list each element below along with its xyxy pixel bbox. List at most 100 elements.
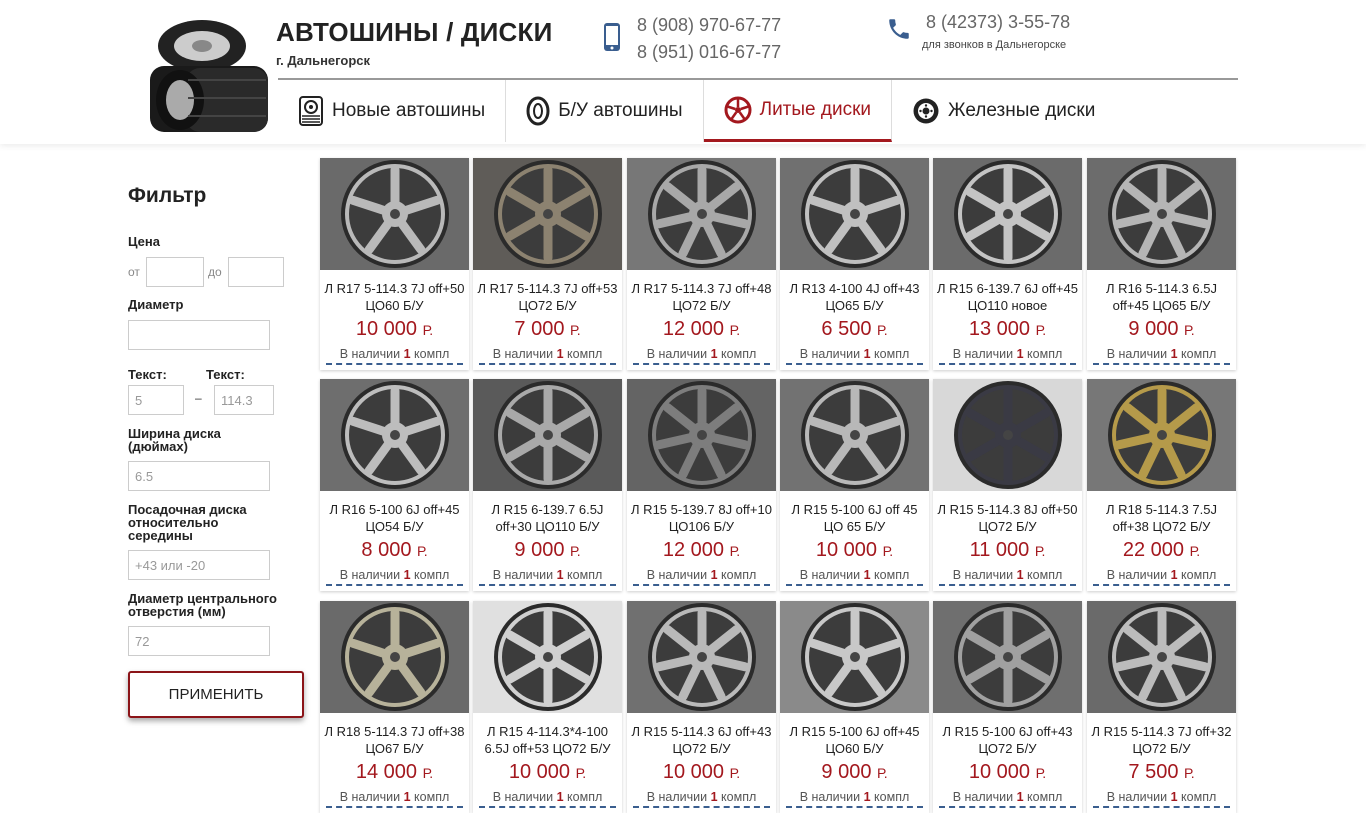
product-photo[interactable] — [627, 601, 776, 713]
mobile-phones: 8 (908) 970-67-77 8 (951) 016-67-77 — [637, 12, 781, 66]
product-price: 12 000 Р. — [627, 318, 776, 341]
price-value: 9 000 — [1128, 318, 1184, 340]
product-card[interactable]: Л R15 5-114.3 6J off+43 ЦО72 Б/У 10 000 Р… — [627, 601, 776, 813]
product-photo[interactable] — [320, 601, 469, 713]
product-card[interactable]: Л R15 5-100 6J off+45 ЦО60 Б/У 9 000 Р. В … — [780, 601, 929, 813]
product-title[interactable]: Л R15 6-139.7 6J off+45 ЦО110 новое — [933, 280, 1082, 314]
nav-item-alloy-wheels[interactable]: Литые диски — [703, 80, 893, 142]
product-card[interactable]: Л R15 5-139.7 8J off+10 ЦО106 Б/У 12 000 … — [627, 379, 776, 591]
product-title[interactable]: Л R15 5-100 6J off+45 ЦО60 Б/У — [780, 723, 929, 757]
stock-qty: 1 — [1170, 568, 1178, 582]
stock-prefix: В наличии — [799, 347, 864, 361]
stock-status: В наличии 1 компл — [633, 347, 770, 365]
range-dash: – — [195, 391, 202, 405]
product-title[interactable]: Л R15 5-100 6J off 45 ЦО 65 Б/У — [780, 501, 929, 535]
phone-number-1[interactable]: 8 (908) 970-67-77 — [637, 12, 781, 39]
stock-suffix: компл — [563, 790, 603, 804]
product-title[interactable]: Л R16 5-100 6J off+45 ЦО54 Б/У — [320, 501, 469, 535]
product-title[interactable]: Л R18 5-114.3 7.5J off+38 ЦО72 Б/У — [1087, 501, 1236, 535]
tire-stack-logo[interactable] — [140, 10, 278, 134]
center-bore-input[interactable]: 72 — [128, 626, 270, 656]
product-card[interactable]: Л R15 6-139.7 6.5J off+30 ЦО110 Б/У 9 000… — [473, 379, 622, 591]
offset-input[interactable]: +43 или -20 — [128, 550, 270, 580]
phone-number-2[interactable]: 8 (951) 016-67-77 — [637, 39, 781, 66]
product-photo[interactable] — [933, 601, 1082, 713]
price-value: 22 000 — [1122, 539, 1190, 561]
product-title[interactable]: Л R17 5-114.3 7J off+50 ЦО60 Б/У — [320, 280, 469, 314]
stock-suffix: компл — [870, 568, 910, 582]
stock-qty: 1 — [556, 790, 564, 804]
product-card[interactable]: Л R15 5-100 6J off 45 ЦО 65 Б/У 10 000 Р.… — [780, 379, 929, 591]
price-value: 10 000 — [662, 761, 730, 783]
product-card[interactable]: Л R13 4-100 4J off+43 ЦО65 Б/У 6 500 Р. В … — [780, 158, 929, 370]
product-card[interactable]: Л R18 5-114.3 7J off+38 ЦО67 Б/У 14 000 Р… — [320, 601, 469, 813]
product-card[interactable]: Л R16 5-100 6J off+45 ЦО54 Б/У 8 000 Р. В … — [320, 379, 469, 591]
product-photo[interactable] — [320, 158, 469, 270]
product-card[interactable]: Л R17 5-114.3 7J off+50 ЦО60 Б/У 10 000 Р… — [320, 158, 469, 370]
nav-label: Железные диски — [948, 100, 1096, 121]
product-photo[interactable] — [780, 158, 929, 270]
product-title[interactable]: Л R15 5-114.3 6J off+43 ЦО72 Б/У — [627, 723, 776, 757]
product-photo[interactable] — [933, 158, 1082, 270]
product-card[interactable]: Л R15 5-100 6J off+43 ЦО72 Б/У 10 000 Р. В… — [933, 601, 1082, 813]
product-card[interactable]: Л R15 5-114.3 7J off+32 ЦО72 Б/У 7 500 Р.… — [1087, 601, 1236, 813]
landline-number[interactable]: 8 (42373) 3-55-78 — [926, 12, 1070, 33]
nav-item-steel-wheels[interactable]: Железные диски — [892, 80, 1115, 142]
stock-status: В наличии 1 компл — [326, 347, 463, 365]
product-title[interactable]: Л R15 4-114.3*4-100 6.5J off+53 ЦО72 Б/У — [473, 723, 622, 757]
product-photo[interactable] — [780, 379, 929, 491]
product-title[interactable]: Л R13 4-100 4J off+43 ЦО65 Б/У — [780, 280, 929, 314]
stock-suffix: компл — [717, 790, 757, 804]
site-header: АВТОШИНЫ / ДИСКИ г. Дальнегорск 8 (908) … — [0, 0, 1366, 144]
product-title[interactable]: Л R16 5-114.3 6.5J off+45 ЦО65 Б/У — [1087, 280, 1236, 314]
width-label: Ширина диска (дюймах) — [128, 426, 221, 454]
product-card[interactable]: Л R17 5-114.3 7J off+53 ЦО72 Б/У 7 000 Р.… — [473, 158, 622, 370]
product-card[interactable]: Л R16 5-114.3 6.5J off+45 ЦО65 Б/У 9 000 … — [1087, 158, 1236, 370]
product-photo[interactable] — [1087, 379, 1236, 491]
product-card[interactable]: Л R18 5-114.3 7.5J off+38 ЦО72 Б/У 22 000… — [1087, 379, 1236, 591]
price-from-input[interactable] — [146, 257, 204, 287]
product-photo[interactable] — [473, 601, 622, 713]
product-title[interactable]: Л R17 5-114.3 7J off+48 ЦО72 Б/У — [627, 280, 776, 314]
diameter-input[interactable] — [128, 320, 270, 350]
product-photo[interactable] — [473, 158, 622, 270]
product-card[interactable]: Л R15 5-114.3 8J off+50 ЦО72 Б/У 11 000 Р… — [933, 379, 1082, 591]
pcd-distance-input[interactable]: 114.3 — [214, 385, 274, 415]
stock-qty: 1 — [1016, 568, 1024, 582]
product-photo[interactable] — [627, 379, 776, 491]
site-title[interactable]: АВТОШИНЫ / ДИСКИ — [276, 17, 552, 48]
product-title[interactable]: Л R17 5-114.3 7J off+53 ЦО72 Б/У — [473, 280, 622, 314]
stock-prefix: В наличии — [339, 568, 404, 582]
product-card[interactable]: Л R15 4-114.3*4-100 6.5J off+53 ЦО72 Б/У… — [473, 601, 622, 813]
product-card[interactable]: Л R15 6-139.7 6J off+45 ЦО110 новое 13 00… — [933, 158, 1082, 370]
product-title[interactable]: Л R15 5-114.3 8J off+50 ЦО72 Б/У — [933, 501, 1082, 535]
price-currency: Р. — [877, 765, 888, 781]
product-photo[interactable] — [473, 379, 622, 491]
width-input[interactable]: 6.5 — [128, 461, 270, 491]
product-price: 6 500 Р. — [780, 318, 929, 341]
stock-qty: 1 — [863, 790, 871, 804]
product-photo[interactable] — [1087, 601, 1236, 713]
product-title[interactable]: Л R15 5-139.7 8J off+10 ЦО106 Б/У — [627, 501, 776, 535]
apply-button[interactable]: ПРИМЕНИТЬ — [128, 671, 304, 718]
product-price: 7 500 Р. — [1087, 761, 1236, 784]
product-card[interactable]: Л R17 5-114.3 7J off+48 ЦО72 Б/У 12 000 Р… — [627, 158, 776, 370]
product-photo[interactable] — [1087, 158, 1236, 270]
product-title[interactable]: Л R15 6-139.7 6.5J off+30 ЦО110 Б/У — [473, 501, 622, 535]
price-value: 14 000 — [355, 761, 423, 783]
pcd-holes-input[interactable]: 5 — [128, 385, 184, 415]
product-photo[interactable] — [627, 158, 776, 270]
price-currency: Р. — [877, 322, 888, 338]
product-photo[interactable] — [320, 379, 469, 491]
product-photo[interactable] — [933, 379, 1082, 491]
product-photo[interactable] — [780, 601, 929, 713]
product-title[interactable]: Л R15 5-100 6J off+43 ЦО72 Б/У — [933, 723, 1082, 757]
nav-item-new-tires[interactable]: Новые автошины — [278, 80, 507, 142]
product-title[interactable]: Л R18 5-114.3 7J off+38 ЦО67 Б/У — [320, 723, 469, 757]
price-to-input[interactable] — [228, 257, 284, 287]
nav-item-used-tires[interactable]: Б/У автошины — [506, 80, 704, 142]
product-title[interactable]: Л R15 5-114.3 7J off+32 ЦО72 Б/У — [1087, 723, 1236, 757]
stock-prefix: В наличии — [339, 347, 404, 361]
filter-title: Фильтр — [128, 184, 207, 207]
stock-suffix: компл — [1177, 347, 1217, 361]
